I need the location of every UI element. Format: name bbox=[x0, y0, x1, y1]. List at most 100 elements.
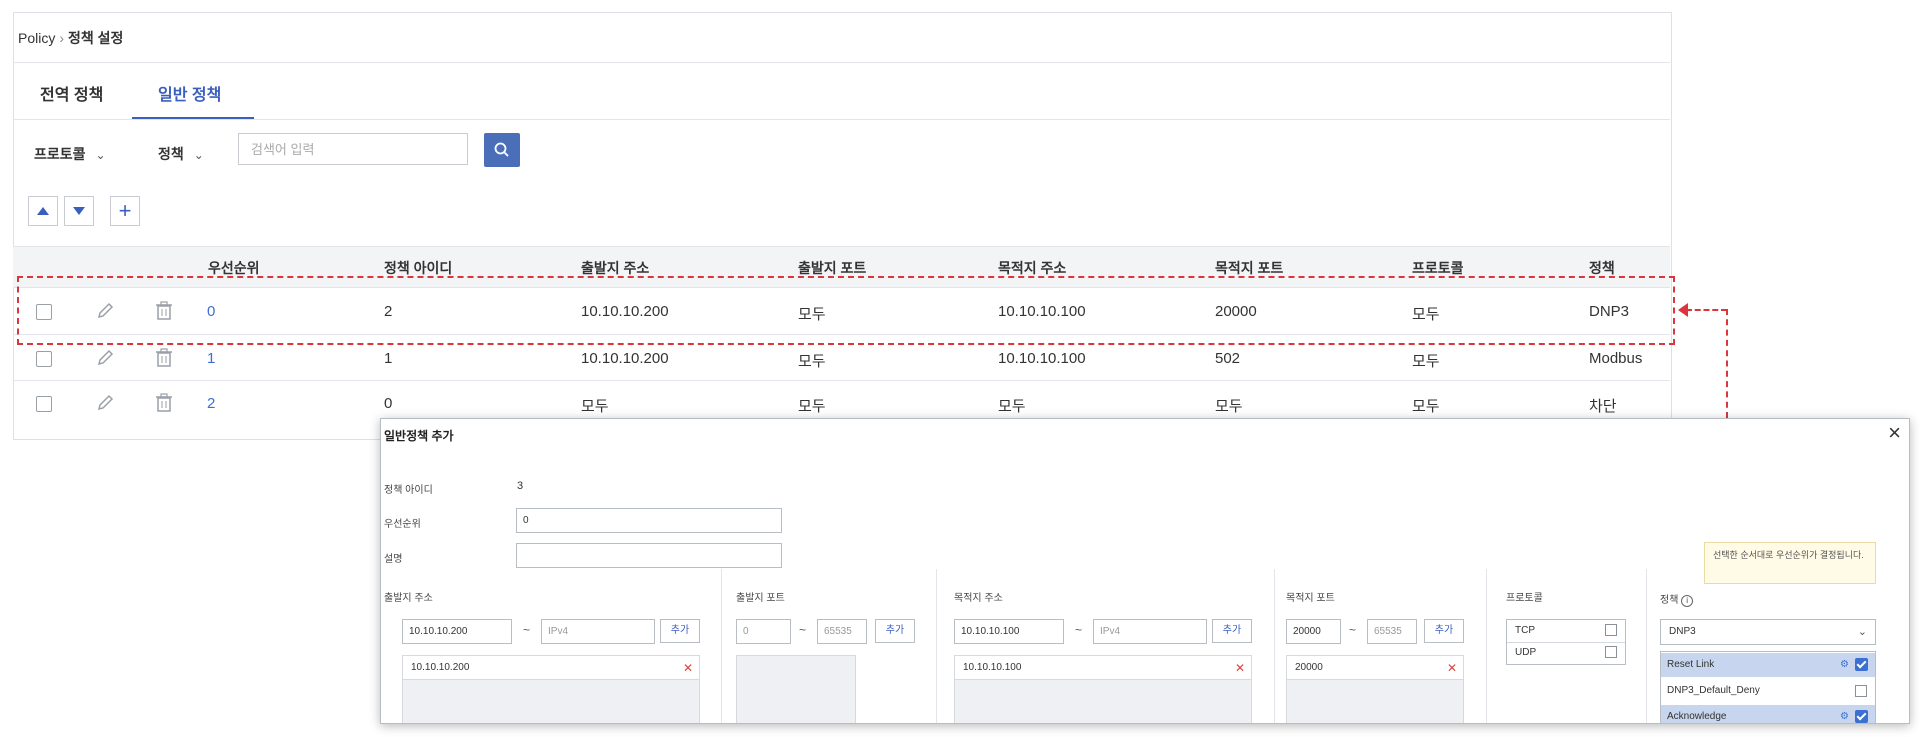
row-checkbox[interactable] bbox=[36, 396, 52, 412]
range-separator: ~ bbox=[799, 623, 807, 637]
column-header-dst-port[interactable]: 목적지 포트 bbox=[1215, 258, 1283, 278]
policy-select[interactable]: DNP3 ⌄ bbox=[1660, 619, 1876, 645]
chevron-down-icon: ⌄ bbox=[193, 148, 204, 162]
edit-icon[interactable] bbox=[94, 347, 116, 369]
priority-field[interactable] bbox=[516, 508, 782, 533]
breadcrumb: Policy › 정책 설정 bbox=[18, 28, 123, 48]
trash-icon[interactable] bbox=[154, 347, 174, 369]
checked-checkbox[interactable] bbox=[1855, 710, 1868, 723]
annotation-connector bbox=[1686, 309, 1727, 311]
gear-icon[interactable]: ⚙ bbox=[1840, 705, 1849, 723]
priority-tooltip: 선택한 순서대로 우선순위가 결정됩니다. bbox=[1704, 542, 1876, 584]
src-port-from-input[interactable] bbox=[736, 619, 791, 644]
row-divider bbox=[13, 334, 1670, 335]
cell-src-port: 모두 bbox=[798, 306, 826, 323]
src-addr-to-input[interactable] bbox=[541, 619, 655, 644]
dst-port-list: 20000 ✕ bbox=[1286, 655, 1464, 723]
policy-filter[interactable]: 정책 ⌄ bbox=[158, 144, 204, 164]
cell-policy-id: 2 bbox=[384, 303, 393, 320]
column-header-src-port[interactable]: 출발지 포트 bbox=[798, 258, 866, 278]
cell-protocol: 모두 bbox=[1412, 306, 1440, 323]
edit-icon[interactable] bbox=[94, 392, 116, 414]
policy-item-label: Reset Link bbox=[1667, 659, 1715, 670]
row-divider bbox=[13, 380, 1670, 381]
dst-addr-label: 목적지 주소 bbox=[954, 593, 1003, 604]
dst-port-label: 목적지 포트 bbox=[1286, 593, 1335, 604]
trash-icon[interactable] bbox=[154, 392, 174, 414]
dst-port-to-input[interactable] bbox=[1367, 619, 1417, 644]
dst-port-add-button[interactable]: 추가 bbox=[1424, 619, 1464, 643]
info-icon[interactable]: i bbox=[1681, 595, 1694, 607]
gear-icon[interactable]: ⚙ bbox=[1840, 653, 1849, 677]
column-header-policy-id[interactable]: 정책 아이디 bbox=[384, 258, 452, 278]
cell-protocol: 모두 bbox=[1412, 353, 1440, 370]
src-port-add-button[interactable]: 추가 bbox=[875, 619, 915, 643]
remove-icon[interactable]: ✕ bbox=[683, 656, 693, 680]
protocol-option-udp[interactable]: UDP bbox=[1507, 642, 1625, 664]
protocol-option-label: UDP bbox=[1515, 647, 1537, 658]
remove-icon[interactable]: ✕ bbox=[1447, 656, 1457, 680]
cell-dst-port: 20000 bbox=[1215, 303, 1257, 320]
divider bbox=[13, 119, 1670, 120]
column-header-src-addr[interactable]: 출발지 주소 bbox=[581, 258, 649, 278]
protocol-checkbox[interactable] bbox=[1605, 646, 1617, 658]
cell-priority[interactable]: 2 bbox=[207, 395, 215, 412]
plus-icon: + bbox=[118, 198, 132, 223]
src-addr-from-input[interactable] bbox=[402, 619, 512, 644]
dst-addr-to-input[interactable] bbox=[1093, 619, 1207, 644]
src-addr-entry: 10.10.10.200 bbox=[411, 662, 470, 673]
policy-panel bbox=[13, 12, 1672, 440]
add-policy-button[interactable]: + bbox=[110, 196, 140, 226]
column-header-protocol[interactable]: 프로토콜 bbox=[1412, 258, 1464, 278]
column-header-dst-addr[interactable]: 목적지 주소 bbox=[998, 258, 1066, 278]
protocol-option-tcp[interactable]: TCP bbox=[1507, 620, 1625, 643]
dst-addr-add-button[interactable]: 추가 bbox=[1212, 619, 1252, 643]
breadcrumb-root[interactable]: Policy bbox=[18, 30, 55, 46]
policy-item[interactable]: Reset Link ⚙ bbox=[1661, 653, 1875, 677]
trash-icon[interactable] bbox=[154, 300, 174, 322]
chevron-down-icon: ⌄ bbox=[1857, 626, 1867, 638]
row-checkbox[interactable] bbox=[36, 304, 52, 320]
description-field[interactable] bbox=[516, 543, 782, 568]
src-port-to-input[interactable] bbox=[817, 619, 867, 644]
src-addr-add-button[interactable]: 추가 bbox=[660, 619, 700, 643]
cell-priority[interactable]: 0 bbox=[207, 303, 215, 320]
checked-checkbox[interactable] bbox=[1855, 658, 1868, 671]
add-policy-dialog: 일반정책 추가 × 정책 아이디 3 우선순위 설명 출발지 주소 ~ 추가 1… bbox=[380, 418, 1910, 724]
move-down-button[interactable] bbox=[64, 196, 94, 226]
row-checkbox[interactable] bbox=[36, 351, 52, 367]
range-separator: ~ bbox=[1349, 623, 1357, 637]
close-icon[interactable]: × bbox=[1888, 420, 1901, 446]
column-divider bbox=[936, 569, 937, 723]
edit-icon[interactable] bbox=[94, 300, 116, 322]
search-button[interactable] bbox=[484, 133, 520, 167]
chevron-down-icon: ⌄ bbox=[95, 148, 106, 162]
cell-policy-id: 1 bbox=[384, 350, 393, 367]
protocol-option-label: TCP bbox=[1515, 625, 1535, 636]
tab-general-policy[interactable]: 일반 정책 bbox=[158, 81, 221, 105]
src-addr-list: 10.10.10.200 ✕ bbox=[402, 655, 700, 723]
policy-item-label: Acknowledge bbox=[1667, 711, 1727, 722]
column-header-policy[interactable]: 정책 bbox=[1589, 258, 1615, 278]
column-header-priority[interactable]: 우선순위 bbox=[208, 258, 260, 278]
policy-label-text: 정책 bbox=[1660, 595, 1679, 606]
search-input[interactable] bbox=[238, 133, 468, 165]
list-item: 10.10.10.200 ✕ bbox=[403, 656, 699, 680]
protocol-filter[interactable]: 프로토콜 ⌄ bbox=[34, 144, 106, 164]
cell-dst-port: 모두 bbox=[1215, 398, 1243, 415]
dst-port-from-input[interactable] bbox=[1286, 619, 1341, 644]
breadcrumb-separator: › bbox=[59, 30, 65, 46]
policy-label: 정책 i bbox=[1660, 591, 1694, 607]
remove-icon[interactable]: ✕ bbox=[1235, 656, 1245, 680]
move-up-button[interactable] bbox=[28, 196, 58, 226]
policy-item[interactable]: DNP3_Default_Deny bbox=[1661, 679, 1875, 703]
cell-priority[interactable]: 1 bbox=[207, 350, 215, 367]
policy-checkbox[interactable] bbox=[1855, 685, 1867, 697]
protocol-options: TCP UDP bbox=[1506, 619, 1626, 665]
policy-id-value: 3 bbox=[517, 480, 524, 492]
dst-addr-from-input[interactable] bbox=[954, 619, 1064, 644]
tab-global-policy[interactable]: 전역 정책 bbox=[40, 81, 103, 105]
protocol-checkbox[interactable] bbox=[1605, 624, 1617, 636]
policy-item[interactable]: Acknowledge ⚙ bbox=[1661, 705, 1875, 723]
cell-policy: Modbus bbox=[1589, 350, 1643, 367]
